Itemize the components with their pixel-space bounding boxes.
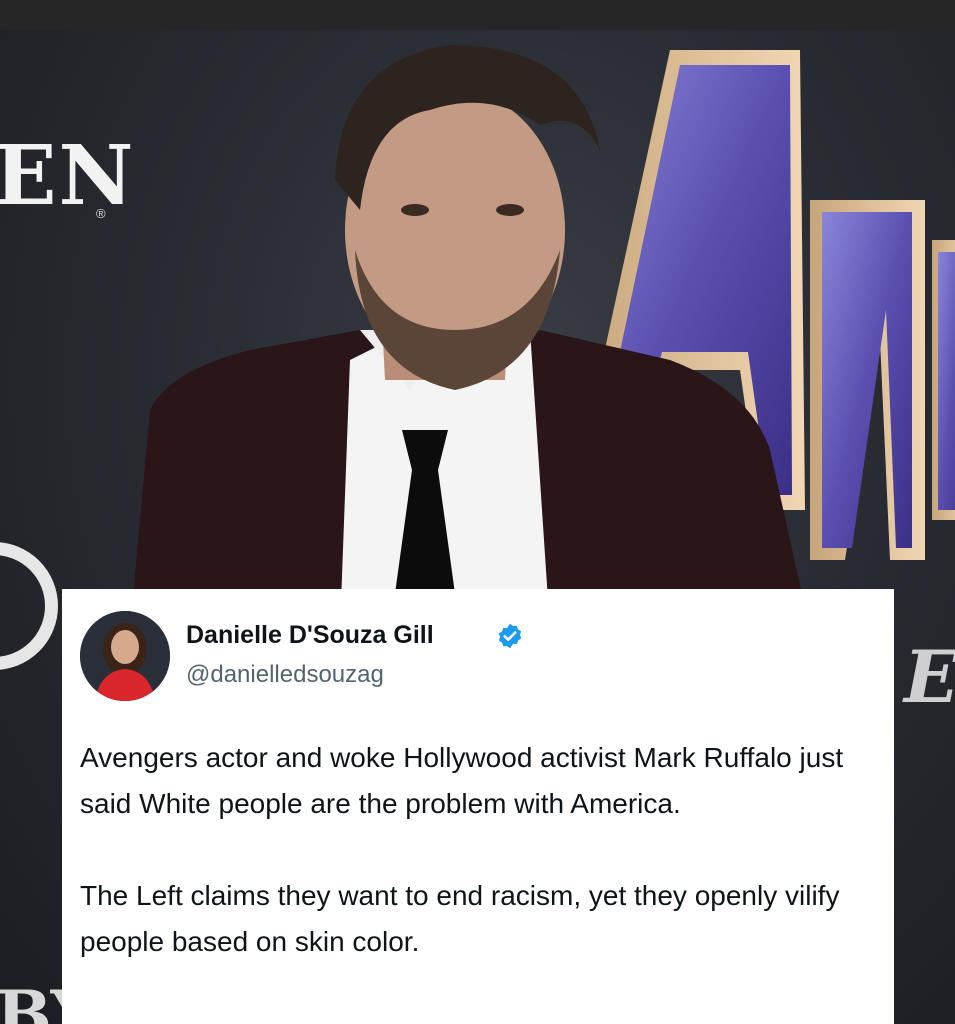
- tweet-body: Avengers actor and woke Hollywood activi…: [80, 735, 880, 1011]
- user-display-name[interactable]: Danielle D'Souza Gill: [186, 621, 434, 650]
- top-bar: [0, 0, 955, 30]
- backdrop-ring: [0, 542, 58, 670]
- tweet-card[interactable]: Danielle D'Souza Gill @danielledsouzag A…: [62, 589, 894, 1024]
- backdrop-right-letter: E: [904, 634, 955, 719]
- tweet-paragraph: Avengers actor and woke Hollywood activi…: [80, 742, 844, 819]
- user-handle[interactable]: @danielledsouzag: [186, 661, 384, 689]
- backdrop-registered-mark: ®: [96, 206, 106, 221]
- verified-badge-icon: [498, 623, 522, 649]
- person-photo: [130, 45, 810, 630]
- profile-avatar[interactable]: [80, 611, 170, 701]
- tweet-paragraph: The Left claims they want to end racism,…: [80, 880, 840, 957]
